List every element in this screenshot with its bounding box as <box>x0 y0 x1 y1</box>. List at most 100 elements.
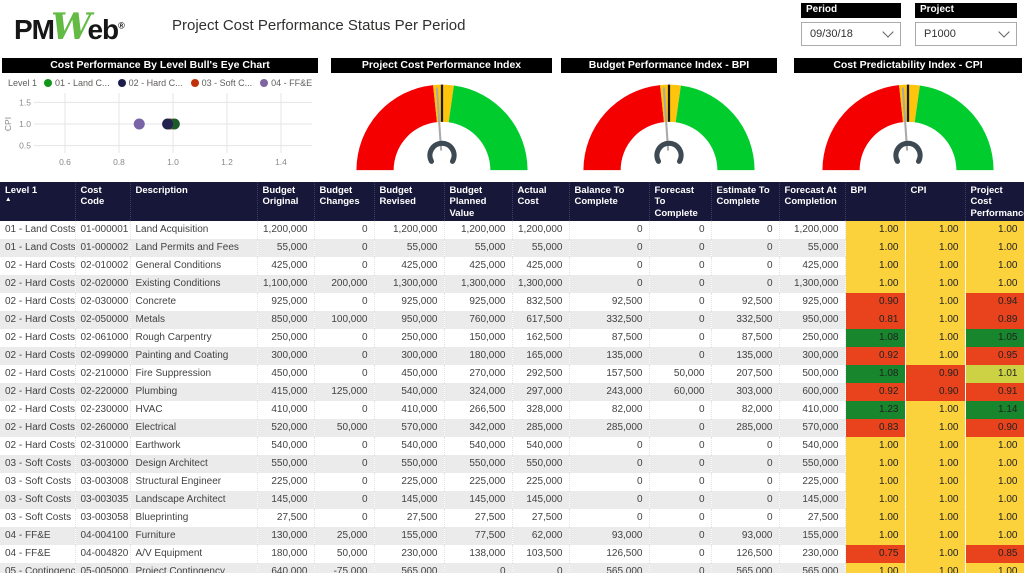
amount-cell: 200,000 <box>314 275 374 293</box>
amount-cell: 0 <box>711 257 779 275</box>
column-header[interactable]: Actual Cost <box>512 182 569 221</box>
amount-cell: 950,000 <box>374 311 444 329</box>
column-header[interactable]: Budget Original <box>257 182 314 221</box>
table-row[interactable]: 03 - Soft Costs03-003000Design Architect… <box>0 455 1024 473</box>
amount-cell: 270,000 <box>444 365 512 383</box>
amount-cell: 0 <box>314 401 374 419</box>
amount-cell: 1,300,000 <box>374 275 444 293</box>
amount-cell: 27,500 <box>512 509 569 527</box>
amount-cell: 180,000 <box>444 347 512 365</box>
amount-cell: 230,000 <box>374 545 444 563</box>
kpi-cell: 1.00 <box>905 347 965 365</box>
amount-cell: 145,000 <box>444 491 512 509</box>
table-row[interactable]: 02 - Hard Costs02-260000Electrical520,00… <box>0 419 1024 437</box>
kpi-cell: 1.00 <box>905 221 965 239</box>
column-header[interactable]: Estimate To Complete <box>711 182 779 221</box>
amount-cell: 266,500 <box>444 401 512 419</box>
column-header[interactable]: Cost Code <box>75 182 130 221</box>
scatter-point[interactable] <box>134 119 145 130</box>
table-row[interactable]: 03 - Soft Costs03-003008Structural Engin… <box>0 473 1024 491</box>
amount-cell: 138,000 <box>444 545 512 563</box>
gauge-red-segment <box>583 85 664 170</box>
column-header[interactable]: Forecast To Complete <box>649 182 711 221</box>
legend-item[interactable]: 02 - Hard C... <box>118 78 183 88</box>
project-dropdown[interactable]: P1000 <box>915 22 1017 46</box>
table-row[interactable]: 02 - Hard Costs02-061000Rough Carpentry2… <box>0 329 1024 347</box>
kpi-cell: 0.90 <box>965 419 1024 437</box>
text-cell: 02 - Hard Costs <box>0 401 75 419</box>
table-row[interactable]: 02 - Hard Costs02-099000Painting and Coa… <box>0 347 1024 365</box>
kpi-cell: 0.91 <box>965 383 1024 401</box>
table-header-row: Level 1▲Cost CodeDescriptionBudget Origi… <box>0 182 1024 221</box>
text-cell: Earthwork <box>130 437 257 455</box>
kpi-cell: 1.05 <box>965 329 1024 347</box>
scatter-point[interactable] <box>162 119 173 130</box>
kpi-cell: 1.00 <box>965 275 1024 293</box>
gauge-needle-hub <box>429 143 453 161</box>
amount-cell: 300,000 <box>374 347 444 365</box>
text-cell: Land Permits and Fees <box>130 239 257 257</box>
amount-cell: 0 <box>314 365 374 383</box>
amount-cell: 50,000 <box>314 545 374 563</box>
text-cell: Land Acquisition <box>130 221 257 239</box>
column-header[interactable]: Balance To Complete <box>569 182 649 221</box>
table-row[interactable]: 05 - Contingency05-005000Project Conting… <box>0 563 1024 573</box>
table-row[interactable]: 03 - Soft Costs03-003058Blueprinting27,5… <box>0 509 1024 527</box>
logo-registered-mark: ® <box>118 21 125 31</box>
kpi-cell: 0.92 <box>845 347 905 365</box>
gauge-panel-title: Budget Performance Index - BPI <box>561 58 777 73</box>
amount-cell: 0 <box>512 563 569 573</box>
column-header[interactable]: Level 1▲ <box>0 182 75 221</box>
table-row[interactable]: 04 - FF&E04-004100Furniture130,00025,000… <box>0 527 1024 545</box>
amount-cell: 0 <box>649 275 711 293</box>
column-header[interactable]: Description <box>130 182 257 221</box>
legend-item[interactable]: 03 - Soft C... <box>191 78 253 88</box>
amount-cell: 292,500 <box>512 365 569 383</box>
table-row[interactable]: 02 - Hard Costs02-020000Existing Conditi… <box>0 275 1024 293</box>
table-row[interactable]: 02 - Hard Costs02-310000Earthwork540,000… <box>0 437 1024 455</box>
text-cell: 02-020000 <box>75 275 130 293</box>
kpi-cell: 1.00 <box>845 491 905 509</box>
legend-item[interactable]: 04 - FF&E <box>260 78 312 88</box>
x-tick-label: 0.8 <box>113 157 125 167</box>
amount-cell: 0 <box>649 437 711 455</box>
column-header[interactable]: Project Cost Performance <box>965 182 1024 221</box>
column-header[interactable]: CPI <box>905 182 965 221</box>
table-row[interactable]: 02 - Hard Costs02-010002General Conditio… <box>0 257 1024 275</box>
amount-cell: 126,500 <box>711 545 779 563</box>
column-header[interactable]: Budget Planned Value <box>444 182 512 221</box>
kpi-cell: 1.00 <box>845 473 905 491</box>
amount-cell: 450,000 <box>257 365 314 383</box>
table-row[interactable]: 02 - Hard Costs02-210000Fire Suppression… <box>0 365 1024 383</box>
amount-cell: 0 <box>314 491 374 509</box>
text-cell: 03-003008 <box>75 473 130 491</box>
column-header[interactable]: Budget Revised <box>374 182 444 221</box>
amount-cell: 328,000 <box>512 401 569 419</box>
amount-cell: 950,000 <box>779 311 845 329</box>
table-row[interactable]: 02 - Hard Costs02-230000HVAC410,0000410,… <box>0 401 1024 419</box>
table-row[interactable]: 03 - Soft Costs03-003035Landscape Archit… <box>0 491 1024 509</box>
table-row[interactable]: 01 - Land Costs01-000002Land Permits and… <box>0 239 1024 257</box>
table-row[interactable]: 02 - Hard Costs02-050000Metals850,000100… <box>0 311 1024 329</box>
column-header[interactable]: BPI <box>845 182 905 221</box>
column-header[interactable]: Forecast At Completion <box>779 182 845 221</box>
legend-item[interactable]: 01 - Land C... <box>44 78 110 88</box>
table-row[interactable]: 02 - Hard Costs02-030000Concrete925,0000… <box>0 293 1024 311</box>
text-cell: 05-005000 <box>75 563 130 573</box>
text-cell: 03-003058 <box>75 509 130 527</box>
table-row[interactable]: 02 - Hard Costs02-220000Plumbing415,0001… <box>0 383 1024 401</box>
amount-cell: 760,000 <box>444 311 512 329</box>
amount-cell: 520,000 <box>257 419 314 437</box>
period-dropdown[interactable]: 09/30/18 <box>801 22 901 46</box>
amount-cell: 100,000 <box>314 311 374 329</box>
legend-dot-icon <box>118 79 126 87</box>
amount-cell: 550,000 <box>779 455 845 473</box>
table-row[interactable]: 04 - FF&E04-004820A/V Equipment180,00050… <box>0 545 1024 563</box>
amount-cell: 0 <box>649 329 711 347</box>
text-cell: 03 - Soft Costs <box>0 491 75 509</box>
amount-cell: 1,300,000 <box>444 275 512 293</box>
table-row[interactable]: 01 - Land Costs01-000001Land Acquisition… <box>0 221 1024 239</box>
column-header[interactable]: Budget Changes <box>314 182 374 221</box>
project-slicer: Project P1000 <box>915 3 1017 46</box>
y-tick-label: 1.0 <box>19 119 31 129</box>
